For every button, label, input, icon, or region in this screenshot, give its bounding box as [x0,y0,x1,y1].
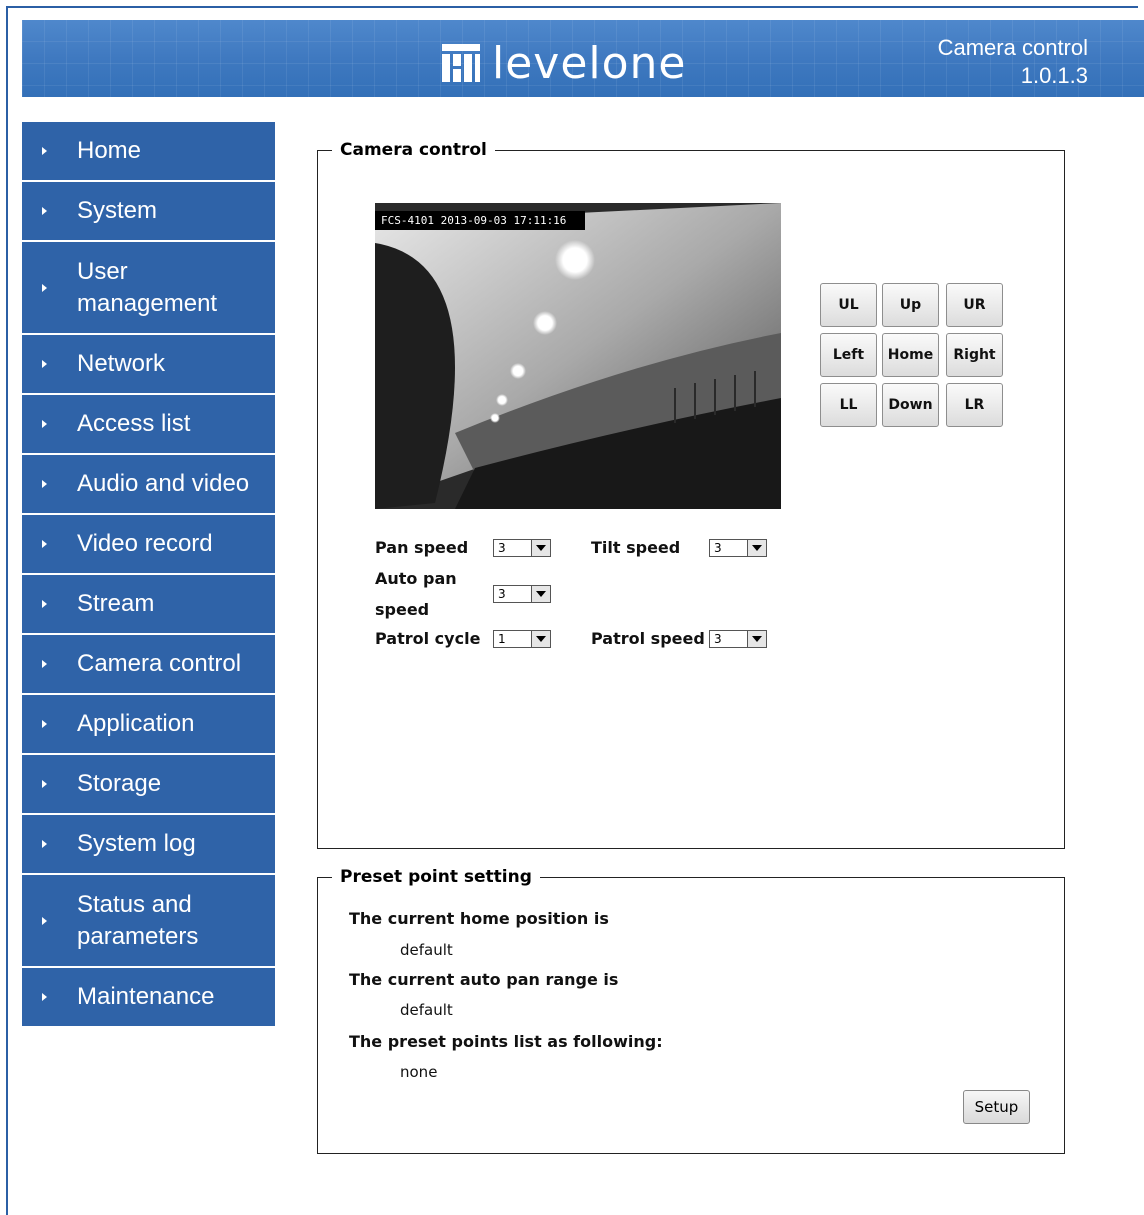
home-position-label: The current home position is [349,909,609,928]
patrol-speed-label: Patrol speed [591,629,705,648]
arrow-right-icon [42,916,47,925]
sidebar-item-label: Stream [77,590,155,617]
auto-pan-speed-label-line2: speed [375,600,430,619]
sidebar-item-application[interactable]: Application [22,695,275,755]
arrow-right-icon [42,540,47,548]
ptz-up-button[interactable]: Up [882,283,939,327]
preset-list-label: The preset points list as following: [349,1032,663,1051]
camera-live-view: FCS-4101 2013-09-03 17:11:16 [375,203,781,509]
ptz-up-right-button[interactable]: UR [946,283,1003,327]
arrow-right-icon [42,147,47,155]
arrow-right-icon [42,480,47,488]
preset-point-legend: Preset point setting [332,867,540,887]
sidebar-item-audio-and-video[interactable]: Audio and video [22,455,275,515]
patrol-cycle-select[interactable]: 1 [493,630,551,648]
sidebar-item-label: Storage [77,770,162,797]
arrow-right-icon [42,840,47,848]
tilt-speed-value: 3 [714,541,722,555]
patrol-cycle-value: 1 [498,632,506,646]
sidebar-item-label: Application [77,710,195,737]
tilt-speed-select[interactable]: 3 [709,539,767,557]
header-banner: levelone Camera control 1.0.1.3 [22,20,1144,97]
arrow-right-icon [42,780,47,788]
sidebar-item-stream[interactable]: Stream [22,575,275,635]
ptz-home-button[interactable]: Home [882,333,939,377]
auto-pan-speed-label-line1: Auto pan [375,569,457,588]
auto-pan-speed-select[interactable]: 3 [493,585,551,603]
levelone-logo-icon [442,44,480,82]
pan-speed-select[interactable]: 3 [493,539,551,557]
brand-name: levelone [492,37,687,89]
ptz-left-button[interactable]: Left [820,333,877,377]
camera-scene-image [375,203,781,509]
sidebar-item-label: Video record [77,530,213,557]
pan-speed-value: 3 [498,541,506,555]
arrow-right-icon [42,360,47,368]
auto-pan-range-value: default [400,1001,453,1019]
sidebar-item-camera-control[interactable]: Camera control [22,635,275,695]
header-title: Camera control [937,35,1088,60]
sidebar-item-video-record[interactable]: Video record [22,515,275,575]
sidebar-item-label: System log [77,830,196,857]
chevron-down-icon [747,540,766,556]
chevron-down-icon [531,631,550,647]
sidebar-item-status-and-parameters[interactable]: Status and parameters [22,875,275,968]
sidebar-item-home[interactable]: Home [22,122,275,182]
sidebar-item-label: Access list [77,410,191,437]
sidebar-item-system[interactable]: System [22,182,275,242]
camera-timestamp-overlay: FCS-4101 2013-09-03 17:11:16 [375,211,585,230]
brand-logo: levelone [442,37,687,89]
arrow-right-icon [42,283,47,292]
patrol-speed-value: 3 [714,632,722,646]
sidebar-item-label: System [77,197,158,224]
sidebar-item-network[interactable]: Network [22,335,275,395]
sidebar-item-system-log[interactable]: System log [22,815,275,875]
home-position-value: default [400,941,453,959]
pan-speed-label: Pan speed [375,538,469,557]
chevron-down-icon [531,586,550,602]
ptz-down-left-button[interactable]: LL [820,383,877,427]
chevron-down-icon [747,631,766,647]
arrow-right-icon [42,600,47,608]
arrow-right-icon [42,660,47,668]
sidebar-item-storage[interactable]: Storage [22,755,275,815]
chevron-down-icon [531,540,550,556]
camera-control-legend: Camera control [332,140,495,160]
auto-pan-speed-value: 3 [498,587,506,601]
patrol-speed-select[interactable]: 3 [709,630,767,648]
tilt-speed-label: Tilt speed [591,538,681,557]
ptz-right-button[interactable]: Right [946,333,1003,377]
ptz-down-button[interactable]: Down [882,383,939,427]
setup-button[interactable]: Setup [963,1090,1030,1124]
arrow-right-icon [42,993,47,1001]
sidebar-item-maintenance[interactable]: Maintenance [22,968,275,1026]
sidebar-item-label: User management [77,257,218,317]
header-version: 1.0.1.3 [1020,63,1088,88]
sidebar-item-label: Audio and video [77,470,250,497]
arrow-right-icon [42,420,47,428]
sidebar-item-label: Status and parameters [77,890,199,950]
sidebar-nav: Home System User management Network Acce… [22,122,275,1026]
patrol-cycle-label: Patrol cycle [375,629,481,648]
ptz-down-right-button[interactable]: LR [946,383,1003,427]
header-title-block: Camera control 1.0.1.3 [938,34,1088,90]
sidebar-item-label: Home [77,137,142,164]
sidebar-item-label: Maintenance [77,983,215,1010]
arrow-right-icon [42,720,47,728]
ptz-up-left-button[interactable]: UL [820,283,877,327]
sidebar-item-user-management[interactable]: User management [22,242,275,335]
arrow-right-icon [42,207,47,215]
sidebar-item-access-list[interactable]: Access list [22,395,275,455]
auto-pan-range-label: The current auto pan range is [349,970,619,989]
preset-list-value: none [400,1063,438,1081]
sidebar-item-label: Camera control [77,650,242,677]
sidebar-item-label: Network [77,350,166,377]
